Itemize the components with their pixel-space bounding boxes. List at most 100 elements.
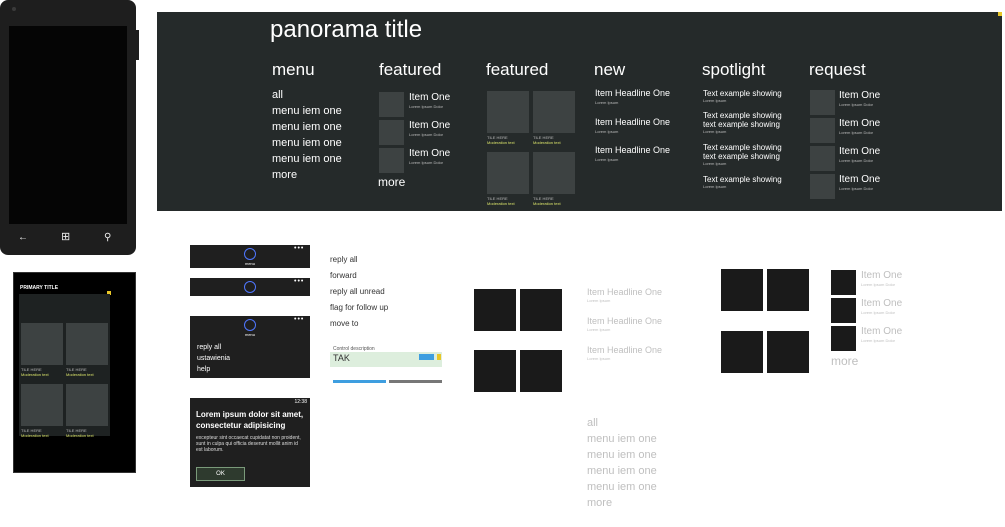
app-bar-menu-item[interactable]: ustawienia	[197, 353, 230, 364]
more-dots-icon[interactable]: •••	[294, 278, 304, 285]
message-body: excepteur sint occaecat cupidatat non pr…	[196, 435, 301, 453]
request-more-link[interactable]: more	[831, 354, 858, 368]
new-item-sub: Lorem Ipsum	[587, 356, 611, 361]
tile-subcaption: Moderation text	[21, 372, 49, 377]
item-thumbnail	[810, 118, 835, 143]
context-menu-item[interactable]: reply all	[330, 252, 388, 268]
featured-more-link[interactable]: more	[378, 175, 405, 189]
status-time: 12:38	[294, 399, 307, 405]
item-thumbnail	[810, 146, 835, 171]
spotlight-line: Text example showing	[703, 175, 782, 184]
menu-item[interactable]: menu iem one	[272, 135, 342, 151]
item-thumbnail	[810, 90, 835, 115]
control-value: TAK	[333, 353, 350, 363]
message-box: 12:38 Lorem ipsum dolor sit amet, consec…	[190, 398, 310, 487]
menu-item[interactable]: menu iem one	[587, 479, 657, 495]
context-menu-item[interactable]: flag for follow up	[330, 300, 388, 316]
search-icon[interactable]: ⚲	[104, 232, 111, 243]
new-item-sub: Lorem Ipsum	[587, 298, 611, 303]
hub-tile[interactable]	[533, 91, 575, 133]
new-item-title[interactable]: Item Headline One	[587, 287, 662, 297]
spotlight-item[interactable]: Text example showing Lorem Ipsum	[703, 89, 782, 103]
menu-list: all menu iem one menu iem one menu iem o…	[272, 87, 342, 183]
item-title: Item One	[409, 120, 451, 131]
spotlight-header: spotlight	[702, 60, 766, 79]
menu-item[interactable]: menu iem one	[587, 463, 657, 479]
item-thumbnail	[379, 148, 404, 173]
hub-tile[interactable]	[520, 350, 562, 392]
hub-tile[interactable]	[487, 91, 529, 133]
context-menu-item[interactable]: forward	[330, 268, 388, 284]
menu-more[interactable]: more	[272, 167, 342, 183]
context-menu-item[interactable]: move to	[330, 316, 388, 332]
hub-tile[interactable]	[474, 350, 516, 392]
windows-icon[interactable]: ⊞	[61, 230, 70, 243]
app-bar-menu: reply all ustawienia help	[197, 342, 230, 375]
camera-dot	[12, 7, 16, 11]
spotlight-item[interactable]: Text example showing text example showin…	[703, 111, 782, 134]
control-field[interactable]: TAK	[330, 352, 442, 367]
app-bar-menu-item[interactable]: reply all	[197, 342, 230, 353]
spotlight-sub: Lorem Ipsum	[703, 184, 727, 189]
app-bar-menu-item[interactable]: help	[197, 364, 230, 375]
app-bar: menu •••	[190, 245, 310, 268]
menu-item[interactable]: menu iem one	[272, 119, 342, 135]
new-item-title[interactable]: Item Headline One	[595, 145, 670, 155]
item-title: Item One	[839, 146, 881, 157]
hub-tile[interactable]	[474, 289, 516, 331]
item-thumbnail	[831, 298, 856, 323]
spotlight-item[interactable]: Text example showing Lorem Ipsum	[703, 175, 782, 189]
spotlight-item[interactable]: Text example showing text example showin…	[703, 143, 782, 166]
hub-tile[interactable]	[66, 323, 108, 365]
more-dots-icon[interactable]: •••	[294, 245, 304, 252]
menu-circle-icon[interactable]	[244, 281, 256, 293]
pivot-screen: PRIMARY TITLE pivot TILE HERE Moderation…	[13, 272, 136, 473]
new-item-sub: Lorem Ipsum	[595, 100, 619, 105]
app-bar-label: menu	[245, 332, 256, 337]
hub-tile[interactable]	[767, 331, 809, 373]
control-toggle[interactable]	[419, 354, 434, 360]
item-thumbnail	[379, 92, 404, 117]
item-thumbnail	[379, 120, 404, 145]
hub-tile[interactable]	[533, 152, 575, 194]
menu-item[interactable]: menu iem one	[272, 103, 342, 119]
hub-tile[interactable]	[520, 289, 562, 331]
tile-subcaption: Moderation text	[66, 372, 94, 377]
item-title: Item One	[839, 174, 881, 185]
item-title: Item One	[861, 298, 903, 309]
menu-item[interactable]: all	[272, 87, 342, 103]
menu-circle-icon[interactable]	[244, 319, 256, 331]
arrow-left-icon[interactable]: ←	[18, 232, 28, 243]
progress-filled	[333, 380, 386, 383]
menu-item[interactable]: menu iem one	[587, 447, 657, 463]
context-menu-item[interactable]: reply all unread	[330, 284, 388, 300]
spotlight-line: text example showing	[703, 152, 780, 161]
hub-tile[interactable]	[21, 384, 63, 426]
item-subtitle: Lorem Ipsum Dolor	[861, 310, 896, 315]
menu-circle-icon[interactable]	[244, 248, 256, 260]
menu-item[interactable]: menu iem one	[272, 151, 342, 167]
hub-tile[interactable]	[487, 152, 529, 194]
ok-button[interactable]: OK	[196, 467, 245, 481]
menu-item[interactable]: all	[587, 415, 657, 431]
new-item-title[interactable]: Item Headline One	[587, 316, 662, 326]
item-subtitle: Lorem Ipsum Dolor	[409, 160, 444, 165]
more-dots-icon[interactable]: •••	[294, 316, 304, 323]
hub-tile[interactable]	[21, 323, 63, 365]
menu-item[interactable]: menu iem one	[587, 431, 657, 447]
menu-list-light: all menu iem one menu iem one menu iem o…	[587, 415, 657, 511]
hub-tile[interactable]	[66, 384, 108, 426]
hub-tile[interactable]	[721, 331, 763, 373]
tile-subcaption: Moderation text	[533, 140, 561, 145]
hub-tile[interactable]	[767, 269, 809, 311]
item-subtitle: Lorem Ipsum Dolor	[409, 104, 444, 109]
menu-more[interactable]: more	[587, 495, 657, 511]
hub-tile[interactable]	[721, 269, 763, 311]
new-item-title[interactable]: Item Headline One	[587, 345, 662, 355]
new-item-title[interactable]: Item Headline One	[595, 117, 670, 127]
new-item-title[interactable]: Item Headline One	[595, 88, 670, 98]
item-subtitle: Lorem Ipsum Dolor	[409, 132, 444, 137]
message-title: Lorem ipsum dolor sit amet, consectetur …	[196, 410, 304, 430]
pivot-small-title: PRIMARY TITLE	[20, 285, 59, 291]
request-header: request	[809, 60, 866, 79]
